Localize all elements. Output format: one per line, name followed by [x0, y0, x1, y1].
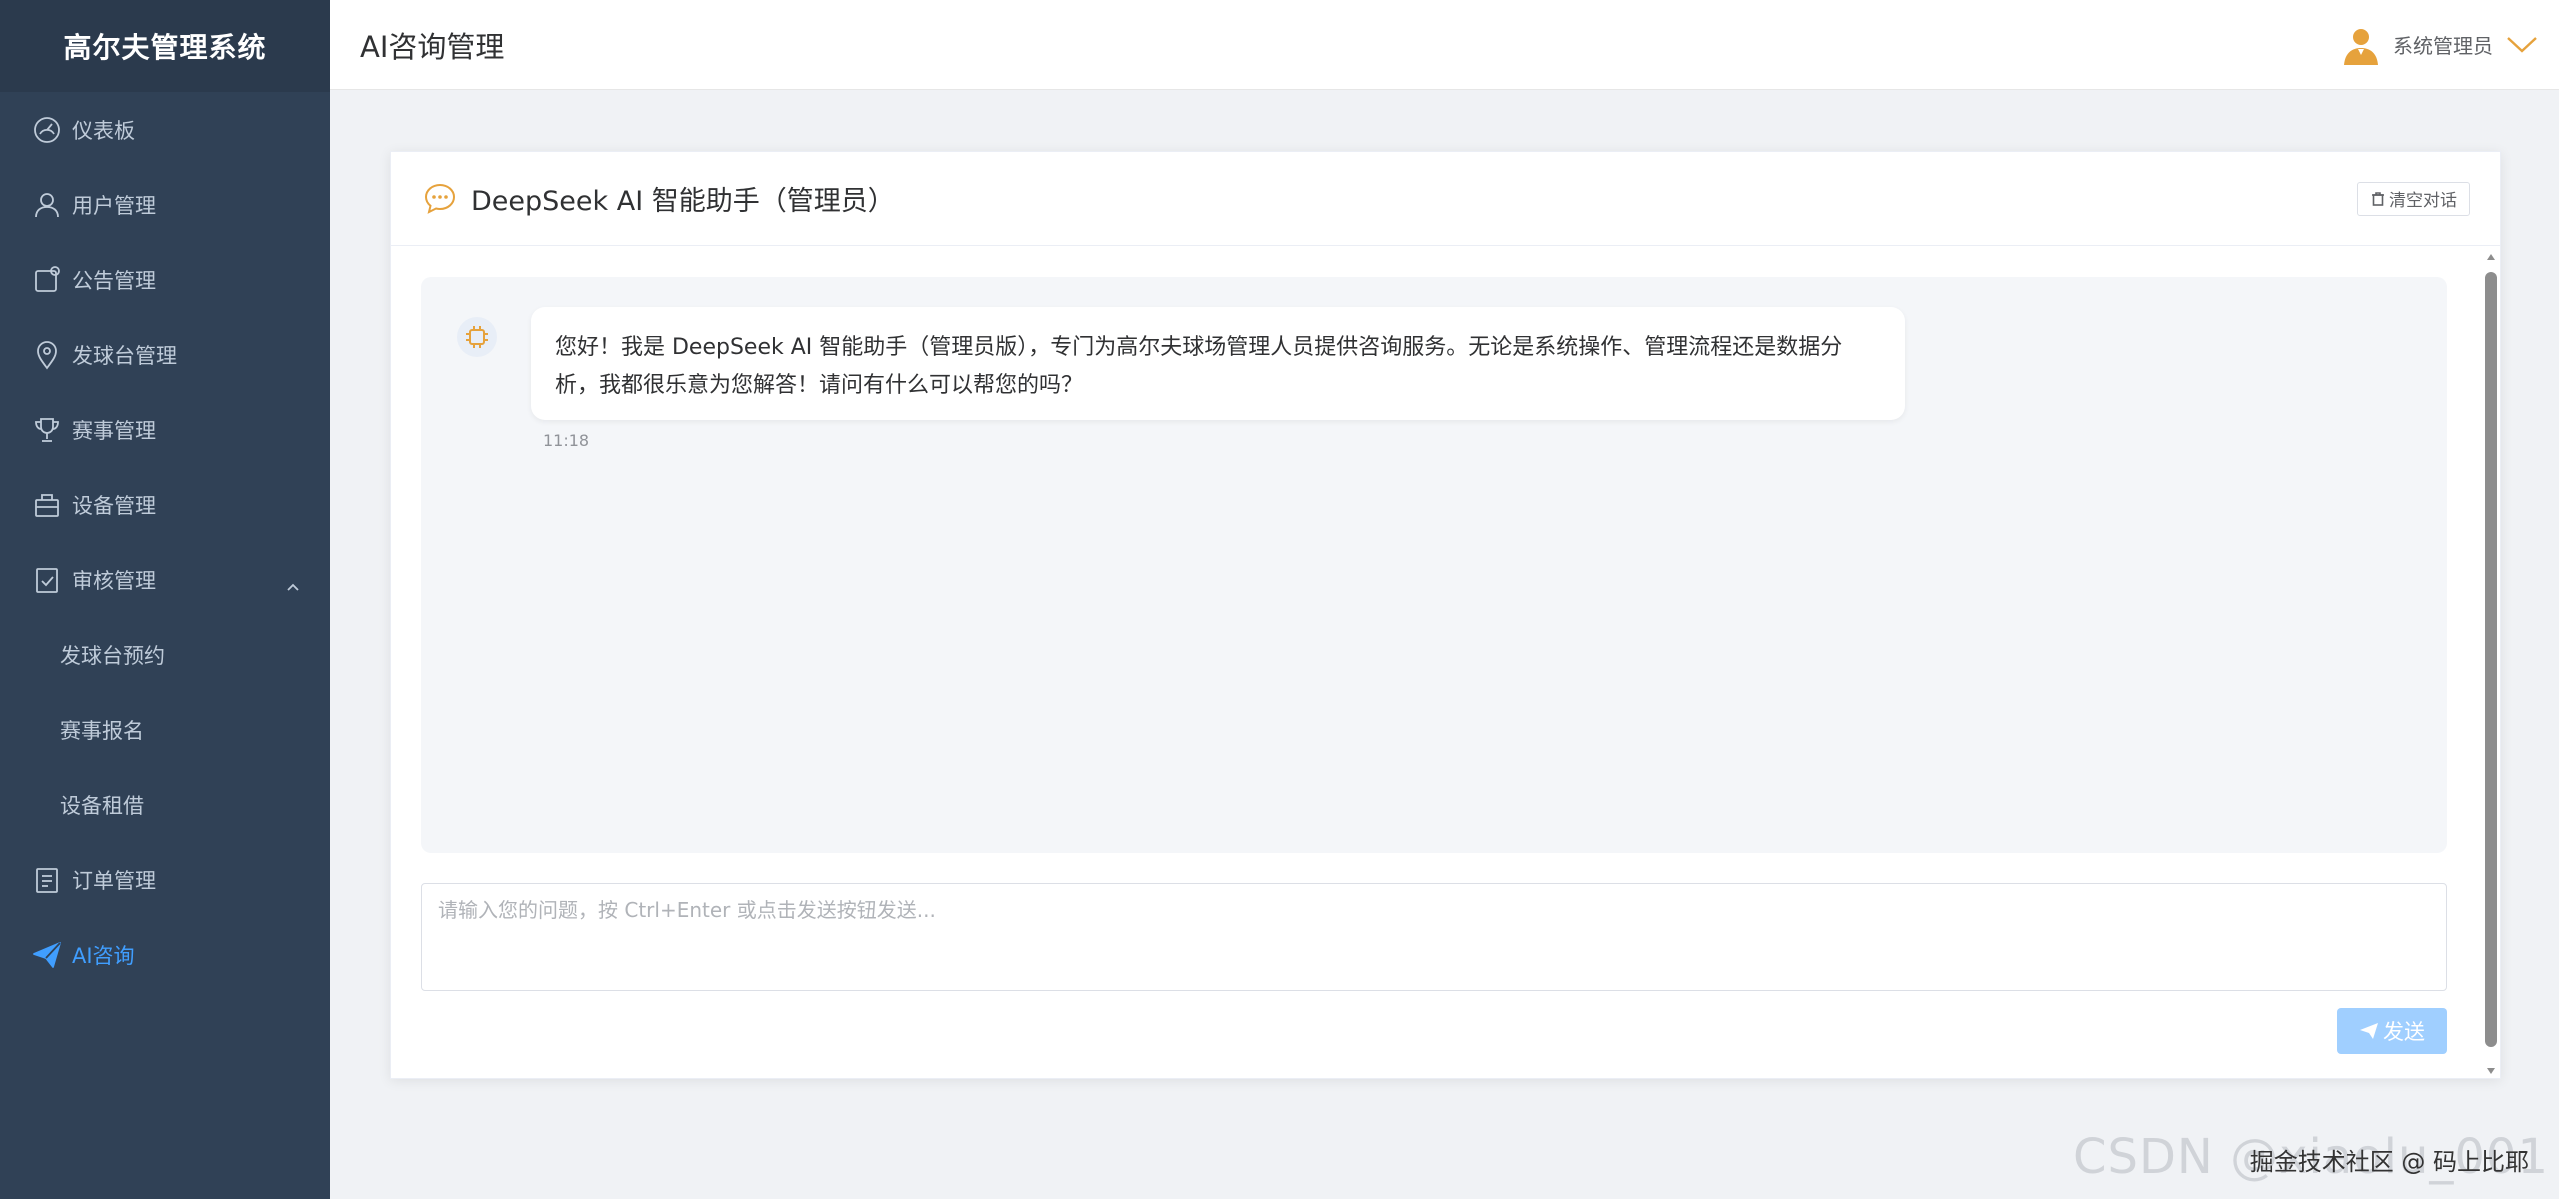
sidebar-item-label: 仪表板: [72, 118, 135, 143]
briefcase-icon: [30, 488, 64, 522]
watermark-overlay: 掘金技术社区 @ 码上比耶: [2249, 1148, 2529, 1176]
notice-icon: [30, 263, 64, 297]
sidebar-item-label: 发球台管理: [72, 343, 177, 368]
scrollbar-thumb[interactable]: [2485, 272, 2497, 1047]
message-list: 您好！我是 DeepSeek AI 智能助手（管理员版），专门为高尔夫球场管理人…: [421, 277, 2447, 853]
list-document-icon: [30, 863, 64, 897]
clear-chat-button[interactable]: 清空对话: [2357, 181, 2470, 216]
message-time: 11:18: [543, 431, 590, 450]
page-title: AI咨询管理: [360, 29, 505, 64]
chevron-down-icon[interactable]: [2505, 28, 2539, 62]
sidebar-item-label: 赛事管理: [72, 418, 156, 443]
sidebar-item-events[interactable]: 赛事管理: [0, 392, 330, 467]
sidebar-item-equipment[interactable]: 设备管理: [0, 467, 330, 542]
sidebar-item-orders[interactable]: 订单管理: [0, 842, 330, 917]
cpu-chip-icon: [466, 326, 488, 348]
document-check-icon: [30, 563, 64, 597]
sidebar-item-label: AI咨询: [72, 943, 135, 968]
chat-bubble-icon: [424, 183, 456, 214]
sidebar-subitem-tee-booking[interactable]: 发球台预约: [0, 617, 330, 692]
dashboard-icon: [30, 113, 64, 147]
sidebar-item-tees[interactable]: 发球台管理: [0, 317, 330, 392]
clear-chat-label: 清空对话: [2389, 191, 2457, 211]
sidebar-menu: 仪表板 用户管理 公告管理 发球台管理 赛事管理 设备管理 审核管理 发球台预约…: [0, 92, 330, 992]
sidebar-item-label: 设备管理: [72, 493, 156, 518]
send-plane-icon: [30, 938, 64, 972]
sidebar-item-label: 用户管理: [72, 193, 156, 218]
sidebar-item-label: 审核管理: [72, 568, 156, 593]
message-bubble: 您好！我是 DeepSeek AI 智能助手（管理员版），专门为高尔夫球场管理人…: [531, 307, 1905, 420]
user-icon: [30, 188, 64, 222]
brand-title: 高尔夫管理系统: [0, 0, 330, 92]
sidebar: 高尔夫管理系统 仪表板 用户管理 公告管理 发球台管理 赛事管理 设备管理 审核…: [0, 0, 330, 1199]
sidebar-item-users[interactable]: 用户管理: [0, 167, 330, 242]
sidebar-item-notices[interactable]: 公告管理: [0, 242, 330, 317]
chat-title-wrap: DeepSeek AI 智能助手（管理员）: [423, 179, 895, 218]
user-menu[interactable]: 系统管理员: [2341, 25, 2539, 65]
sidebar-subitem-event-registration[interactable]: 赛事报名: [0, 692, 330, 767]
send-plane-icon: [2360, 1023, 2378, 1039]
app-root: 高尔夫管理系统 仪表板 用户管理 公告管理 发球台管理 赛事管理 设备管理 审核…: [0, 0, 2559, 1199]
sidebar-item-label: 订单管理: [72, 868, 156, 893]
sidebar-subitem-equipment-rental[interactable]: 设备租借: [0, 767, 330, 842]
location-icon: [30, 338, 64, 372]
card-scrollbar[interactable]: [2483, 252, 2499, 1076]
sidebar-item-audit[interactable]: 审核管理: [0, 542, 330, 617]
scroll-down-arrow-icon[interactable]: [2486, 1066, 2496, 1076]
chevron-up-icon[interactable]: [286, 576, 300, 591]
trophy-icon: [30, 413, 64, 447]
send-label: 发送: [2383, 1020, 2425, 1044]
scroll-up-arrow-icon[interactable]: [2486, 252, 2496, 262]
username: 系统管理员: [2393, 34, 2493, 58]
sidebar-item-label: 公告管理: [72, 268, 156, 293]
chat-card: DeepSeek AI 智能助手（管理员） 清空对话 您好！我是 DeepSee…: [390, 151, 2501, 1079]
sidebar-item-ai-consult[interactable]: AI咨询: [0, 917, 330, 992]
sidebar-item-dashboard[interactable]: 仪表板: [0, 92, 330, 167]
trash-icon: [2372, 191, 2384, 206]
question-input[interactable]: [421, 883, 2447, 991]
avatar-icon: [2344, 28, 2378, 65]
send-button[interactable]: 发送: [2337, 1008, 2447, 1054]
top-header: AI咨询管理 系统管理员: [330, 0, 2559, 90]
bot-avatar: [457, 317, 497, 357]
chat-card-header: DeepSeek AI 智能助手（管理员） 清空对话: [391, 152, 2500, 246]
chat-title: DeepSeek AI 智能助手（管理员）: [471, 186, 895, 217]
